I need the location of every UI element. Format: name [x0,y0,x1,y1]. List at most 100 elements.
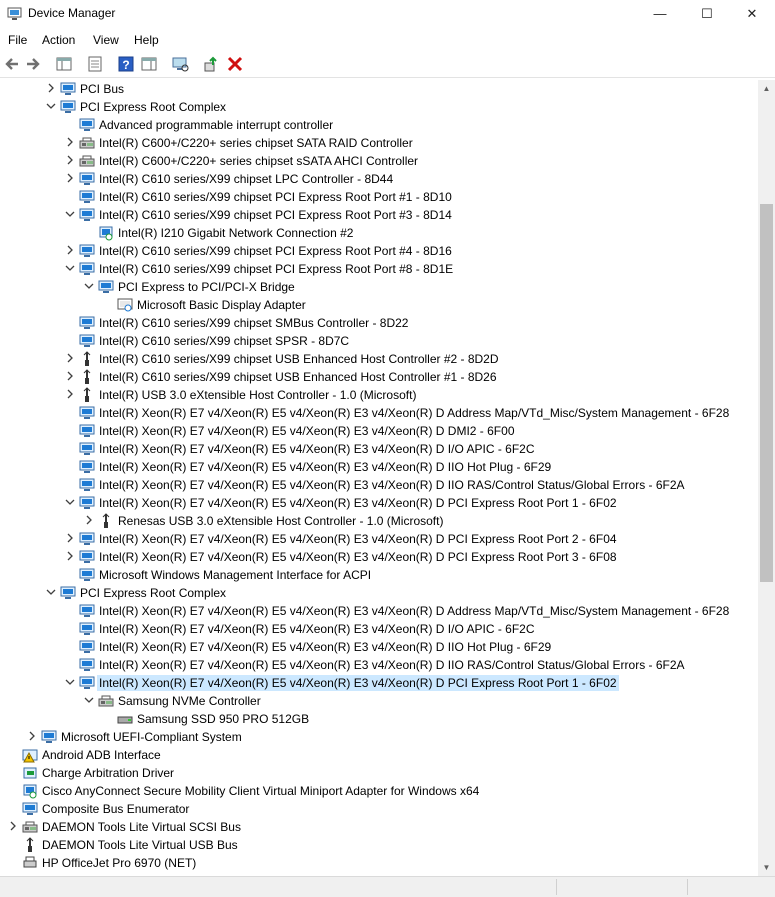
tree-node[interactable]: Composite Bus Enumerator [0,800,758,818]
tree-node[interactable]: Intel(R) C610 series/X99 chipset PCI Exp… [0,188,758,206]
tree-node-label[interactable]: Intel(R) C610 series/X99 chipset PCI Exp… [97,261,455,277]
tree-node[interactable]: Intel(R) Xeon(R) E7 v4/Xeon(R) E5 v4/Xeo… [0,674,758,692]
tree-node[interactable]: Intel(R) Xeon(R) E7 v4/Xeon(R) E5 v4/Xeo… [0,656,758,674]
tree-node-label[interactable]: HP OfficeJet Pro 6970 (NET) [40,855,198,871]
tree-node-label[interactable]: DAEMON Tools Lite Virtual USB Bus [40,837,240,853]
tree-node[interactable]: HP OfficeJet Pro 6970 (NET) [0,854,758,872]
tree-node[interactable]: PCI Bus [0,80,758,98]
tree-node[interactable]: Intel(R) Xeon(R) E7 v4/Xeon(R) E5 v4/Xeo… [0,440,758,458]
menu-help[interactable]: Help [134,33,159,47]
tree-node-label[interactable]: DAEMON Tools Lite Virtual SCSI Bus [40,819,243,835]
chevron-down-icon[interactable] [65,677,75,687]
tree-node-label[interactable]: Intel(R) Xeon(R) E7 v4/Xeon(R) E5 v4/Xeo… [97,495,619,511]
chevron-right-icon[interactable] [65,371,75,381]
tree-node-label[interactable]: Intel(R) Xeon(R) E7 v4/Xeon(R) E5 v4/Xeo… [97,423,517,439]
tree-node-label[interactable]: Intel(R) C610 series/X99 chipset SMBus C… [97,315,410,331]
chevron-right-icon[interactable] [65,137,75,147]
action-pane-icon[interactable] [140,55,158,73]
tree-node-label[interactable]: PCI Express to PCI/PCI-X Bridge [116,279,297,295]
vertical-scrollbar[interactable]: ▲ ▼ [758,80,775,876]
chevron-down-icon[interactable] [65,497,75,507]
chevron-right-icon[interactable] [46,83,56,93]
tree-node[interactable]: Intel(R) Xeon(R) E7 v4/Xeon(R) E5 v4/Xeo… [0,422,758,440]
tree-node-label[interactable]: Intel(R) Xeon(R) E7 v4/Xeon(R) E5 v4/Xeo… [97,621,537,637]
tree-node[interactable]: Intel(R) C610 series/X99 chipset PCI Exp… [0,206,758,224]
tree-node[interactable]: PCI Express Root Complex [0,584,758,602]
tree-node[interactable]: Advanced programmable interrupt controll… [0,116,758,134]
tree-node-label[interactable]: Intel(R) Xeon(R) E7 v4/Xeon(R) E5 v4/Xeo… [97,657,687,673]
forward-icon[interactable] [24,55,42,73]
tree-node[interactable]: Intel(R) Xeon(R) E7 v4/Xeon(R) E5 v4/Xeo… [0,530,758,548]
chevron-down-icon[interactable] [65,209,75,219]
tree-node[interactable]: Intel(R) C610 series/X99 chipset LPC Con… [0,170,758,188]
tree-node-label[interactable]: Microsoft Windows Management Interface f… [97,567,373,583]
tree-node[interactable]: Intel(R) C610 series/X99 chipset PCI Exp… [0,242,758,260]
minimize-button[interactable]: — [637,0,683,28]
tree-node-label[interactable]: Renesas USB 3.0 eXtensible Host Controll… [116,513,445,529]
scroll-thumb[interactable] [760,204,773,582]
tree-node-label[interactable]: Microsoft Basic Display Adapter [135,297,308,313]
tree-node-label[interactable]: Microsoft UEFI-Compliant System [59,729,244,745]
show-hide-console-tree-icon[interactable] [55,55,73,73]
tree-node-label[interactable]: Intel(R) Xeon(R) E7 v4/Xeon(R) E5 v4/Xeo… [97,477,687,493]
tree-node-label[interactable]: Composite Bus Enumerator [40,801,191,817]
tree-node-label[interactable]: Intel(R) USB 3.0 eXtensible Host Control… [97,387,418,403]
tree-node-label[interactable]: Samsung SSD 950 PRO 512GB [135,711,311,727]
tree-node-label[interactable]: Intel(R) Xeon(R) E7 v4/Xeon(R) E5 v4/Xeo… [97,441,537,457]
tree-node[interactable]: Intel(R) C610 series/X99 chipset USB Enh… [0,350,758,368]
scan-hardware-icon[interactable] [171,55,189,73]
tree-node[interactable]: DAEMON Tools Lite Virtual USB Bus [0,836,758,854]
help-icon[interactable]: ? [117,55,135,73]
tree-node[interactable]: Intel(R) Xeon(R) E7 v4/Xeon(R) E5 v4/Xeo… [0,404,758,422]
tree-node-label[interactable]: Intel(R) C600+/C220+ series chipset sSAT… [97,153,420,169]
tree-node[interactable]: Microsoft Basic Display Adapter [0,296,758,314]
back-icon[interactable] [3,55,21,73]
chevron-down-icon[interactable] [84,281,94,291]
maximize-button[interactable]: ☐ [684,0,730,28]
tree-node[interactable]: Intel(R) I210 Gigabit Network Connection… [0,224,758,242]
scroll-down-arrow-icon[interactable]: ▼ [758,859,775,876]
tree-node[interactable]: Android ADB Interface [0,746,758,764]
chevron-right-icon[interactable] [65,551,75,561]
device-tree[interactable]: PCI Bus PCI Express Root Complex Advanced … [0,80,758,876]
chevron-down-icon[interactable] [46,101,56,111]
tree-node-label[interactable]: PCI Express Root Complex [78,99,228,115]
tree-node-label[interactable]: Intel(R) Xeon(R) E7 v4/Xeon(R) E5 v4/Xeo… [97,639,553,655]
chevron-right-icon[interactable] [65,245,75,255]
menu-view[interactable]: View [93,33,119,47]
tree-node-label[interactable]: Android ADB Interface [40,747,163,763]
chevron-right-icon[interactable] [65,353,75,363]
tree-node[interactable]: Intel(R) Xeon(R) E7 v4/Xeon(R) E5 v4/Xeo… [0,602,758,620]
chevron-right-icon[interactable] [84,515,94,525]
tree-node-label[interactable]: PCI Express Root Complex [78,585,228,601]
uninstall-device-icon[interactable] [226,55,244,73]
tree-node[interactable]: Intel(R) Xeon(R) E7 v4/Xeon(R) E5 v4/Xeo… [0,458,758,476]
chevron-right-icon[interactable] [27,731,37,741]
tree-node[interactable]: Cisco AnyConnect Secure Mobility Client … [0,782,758,800]
chevron-right-icon[interactable] [65,533,75,543]
chevron-right-icon[interactable] [65,173,75,183]
tree-node-label[interactable]: Samsung NVMe Controller [116,693,263,709]
tree-node[interactable]: Intel(R) C610 series/X99 chipset USB Enh… [0,368,758,386]
tree-node[interactable]: PCI Express Root Complex [0,98,758,116]
tree-node-label[interactable]: PCI Bus [78,81,126,97]
tree-node[interactable]: Intel(R) C610 series/X99 chipset SPSR - … [0,332,758,350]
tree-node-label[interactable]: Intel(R) Xeon(R) E7 v4/Xeon(R) E5 v4/Xeo… [97,603,731,619]
tree-node[interactable]: Intel(R) Xeon(R) E7 v4/Xeon(R) E5 v4/Xeo… [0,620,758,638]
tree-node-label[interactable]: Intel(R) Xeon(R) E7 v4/Xeon(R) E5 v4/Xeo… [97,549,619,565]
tree-node-label[interactable]: Intel(R) Xeon(R) E7 v4/Xeon(R) E5 v4/Xeo… [97,531,619,547]
tree-node-label[interactable]: Advanced programmable interrupt controll… [97,117,335,133]
tree-node[interactable]: Intel(R) C600+/C220+ series chipset SATA… [0,134,758,152]
tree-node[interactable]: Intel(R) Xeon(R) E7 v4/Xeon(R) E5 v4/Xeo… [0,638,758,656]
tree-node-label[interactable]: Cisco AnyConnect Secure Mobility Client … [40,783,481,799]
tree-node-label[interactable]: Intel(R) C610 series/X99 chipset PCI Exp… [97,243,454,259]
tree-node-label[interactable]: Intel(R) C610 series/X99 chipset PCI Exp… [97,189,454,205]
tree-node-label[interactable]: Intel(R) C610 series/X99 chipset PCI Exp… [97,207,454,223]
tree-node-label[interactable]: Intel(R) I210 Gigabit Network Connection… [116,225,355,241]
scroll-up-arrow-icon[interactable]: ▲ [758,80,775,97]
menu-file[interactable]: File [8,33,27,47]
tree-node[interactable]: Intel(R) C600+/C220+ series chipset sSAT… [0,152,758,170]
chevron-right-icon[interactable] [65,155,75,165]
chevron-down-icon[interactable] [84,695,94,705]
update-driver-icon[interactable] [202,55,220,73]
